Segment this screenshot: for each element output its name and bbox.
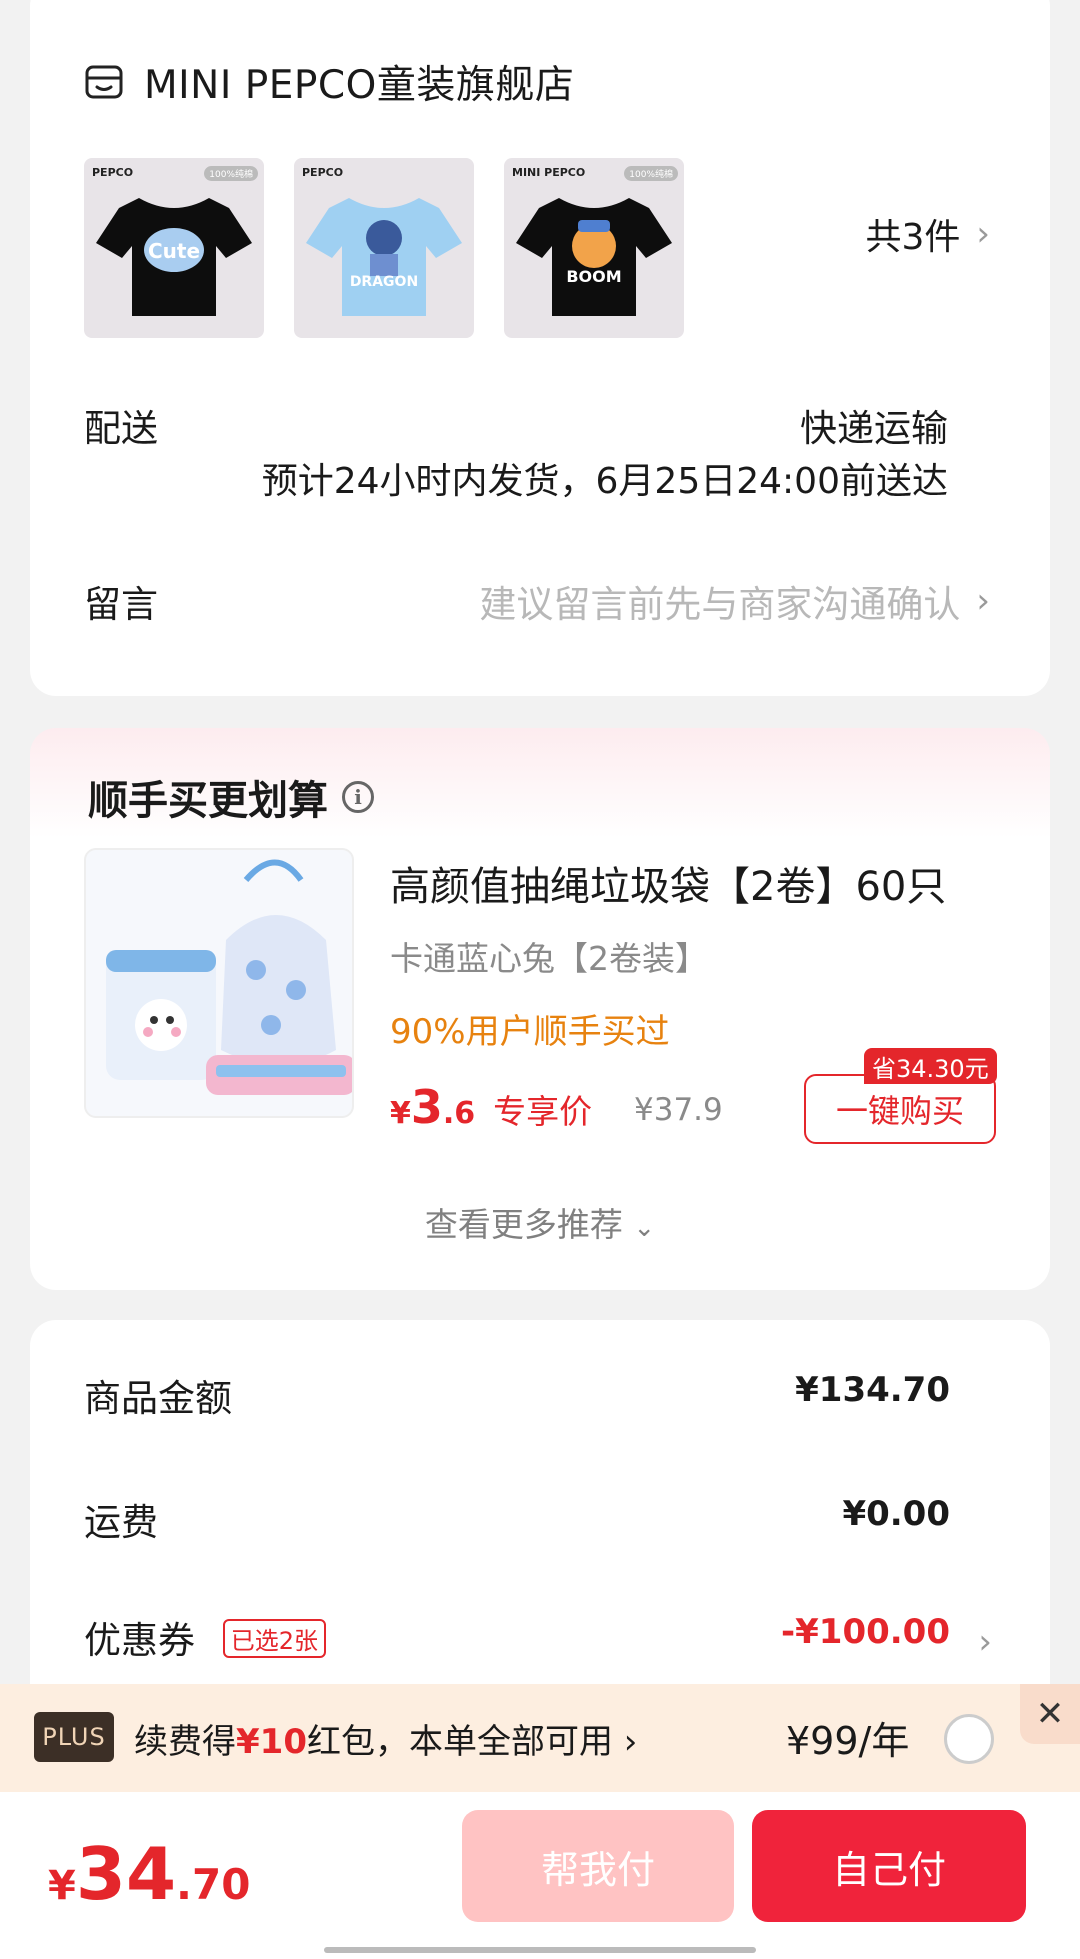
recommend-product-image[interactable] bbox=[84, 848, 354, 1118]
total-price: ¥ 34 .70 bbox=[48, 1832, 250, 1916]
brand-logo: PEPCO bbox=[302, 166, 344, 179]
tshirt-image: BOOM bbox=[516, 198, 672, 316]
goods-amount-value: ¥134.70 bbox=[795, 1370, 950, 1410]
coupon-value: -¥100.00 bbox=[781, 1612, 950, 1652]
message-placeholder: 建议留言前先与商家沟通确认 bbox=[479, 583, 961, 626]
coupon-row[interactable]: 优惠券 已选2张 bbox=[84, 1610, 327, 1664]
pay-myself-button[interactable]: 自己付 bbox=[752, 1810, 1026, 1922]
checkout-bar: ¥ 34 .70 帮我付 自己付 bbox=[0, 1792, 1080, 1959]
product-thumbnails[interactable]: PEPCO 100%纯棉 Cute PEPCO DRAGON MINI PEPC… bbox=[84, 158, 684, 338]
brand-logo: PEPCO bbox=[92, 166, 134, 179]
total-symbol: ¥ bbox=[48, 1863, 76, 1909]
plus-text-amount: ¥10 bbox=[236, 1722, 307, 1762]
goods-amount-label: 商品金额 bbox=[84, 1377, 232, 1420]
shipping-value: ¥0.00 bbox=[842, 1494, 950, 1534]
tshirt-image: DRAGON bbox=[306, 198, 462, 316]
chevron-right-icon: › bbox=[976, 581, 990, 621]
store-icon bbox=[85, 65, 123, 99]
cotton-tag: 100%纯棉 bbox=[204, 166, 258, 181]
chevron-right-icon: › bbox=[612, 1722, 638, 1762]
message-label: 留言 bbox=[84, 583, 158, 626]
chevron-right-icon[interactable]: › bbox=[978, 1622, 992, 1662]
total-integer: 34 bbox=[75, 1832, 177, 1916]
product-thumbnail[interactable]: MINI PEPCO 100%纯棉 BOOM bbox=[504, 158, 684, 338]
recommend-product-name[interactable]: 高颜值抽绳垃圾袋【2卷】60只 bbox=[390, 854, 946, 912]
store-header[interactable]: MINI PEPCO童装旗舰店 bbox=[84, 54, 574, 110]
recommend-price: ¥ 3 .6 专享价 bbox=[390, 1080, 592, 1134]
price-decimal: .6 bbox=[442, 1096, 476, 1131]
coupon-selected-tag: 已选2张 bbox=[222, 1619, 327, 1658]
trash-bag-image bbox=[106, 859, 352, 1095]
product-thumbnail[interactable]: PEPCO 100%纯棉 Cute bbox=[84, 158, 264, 338]
svg-text:DRAGON: DRAGON bbox=[350, 274, 418, 290]
svg-text:Cute: Cute bbox=[148, 239, 200, 263]
original-price: ¥37.9 bbox=[634, 1092, 723, 1128]
tshirt-image: Cute bbox=[96, 198, 252, 316]
see-more-recommendations[interactable]: 查看更多推荐 ⌄ bbox=[30, 1198, 1050, 1246]
help-me-pay-button[interactable]: 帮我付 bbox=[462, 1810, 734, 1922]
store-card: MINI PEPCO童装旗舰店 PEPCO 100%纯棉 Cute PEPCO … bbox=[30, 0, 1050, 696]
delivery-method: 快递运输 bbox=[800, 407, 948, 450]
delivery-label: 配送 bbox=[84, 407, 158, 450]
cotton-tag: 100%纯棉 bbox=[624, 166, 678, 181]
recommend-card: 顺手买更划算 i 高颜值抽绳垃圾袋【2卷】60只 卡通蓝心兔【2卷装】 90%用… bbox=[30, 728, 1050, 1290]
chevron-down-icon: ⌄ bbox=[633, 1213, 656, 1243]
brand-logo: MINI PEPCO bbox=[512, 166, 586, 179]
message-input[interactable]: 建议留言前先与商家沟通确认 › bbox=[479, 574, 990, 628]
price-symbol: ¥ bbox=[390, 1096, 411, 1131]
home-indicator[interactable] bbox=[324, 1947, 756, 1953]
total-decimal: .70 bbox=[176, 1860, 251, 1909]
plus-badge: PLUS bbox=[34, 1712, 114, 1762]
plus-text-suffix: 红包，本单全部可用 bbox=[306, 1722, 613, 1762]
chevron-right-icon: › bbox=[976, 214, 990, 254]
save-badge: 省34.30元 bbox=[864, 1048, 997, 1084]
plus-select-radio[interactable] bbox=[944, 1714, 994, 1764]
item-count-label: 共3件 bbox=[865, 217, 961, 258]
price-integer: 3 bbox=[410, 1080, 443, 1134]
plus-text-prefix: 续费得 bbox=[134, 1722, 236, 1762]
info-icon[interactable]: i bbox=[342, 781, 374, 813]
svg-text:BOOM: BOOM bbox=[566, 267, 621, 286]
plus-membership-bar[interactable]: PLUS 续费得¥10红包，本单全部可用 › ¥99/年 ✕ bbox=[0, 1684, 1080, 1792]
recommend-product-spec: 卡通蓝心兔【2卷装】 bbox=[390, 939, 708, 978]
see-more-label: 查看更多推荐 bbox=[424, 1205, 623, 1244]
store-name: MINI PEPCO童装旗舰店 bbox=[144, 63, 575, 108]
shipping-label: 运费 bbox=[84, 1501, 158, 1544]
delivery-eta: 预计24小时内发货，6月25日24:00前送达 bbox=[261, 461, 948, 502]
product-thumbnail[interactable]: PEPCO DRAGON bbox=[294, 158, 474, 338]
amount-card: 商品金额 ¥134.70 运费 ¥0.00 优惠券 已选2张 -¥100.00 … bbox=[30, 1320, 1050, 1720]
item-count[interactable]: 共3件 › bbox=[865, 208, 990, 260]
price-label: 专享价 bbox=[493, 1092, 593, 1131]
plus-promo-text[interactable]: 续费得¥10红包，本单全部可用 › bbox=[134, 1714, 637, 1763]
recommend-title: 顺手买更划算 i bbox=[88, 768, 374, 826]
coupon-label: 优惠券 bbox=[84, 1619, 195, 1662]
recommend-title-text: 顺手买更划算 bbox=[88, 778, 328, 824]
social-proof-text: 90%用户顺手买过 bbox=[390, 1012, 670, 1052]
close-icon[interactable]: ✕ bbox=[1020, 1684, 1080, 1744]
plus-price: ¥99/年 bbox=[786, 1719, 910, 1763]
one-click-buy-button[interactable]: 一键购买 bbox=[804, 1074, 996, 1144]
